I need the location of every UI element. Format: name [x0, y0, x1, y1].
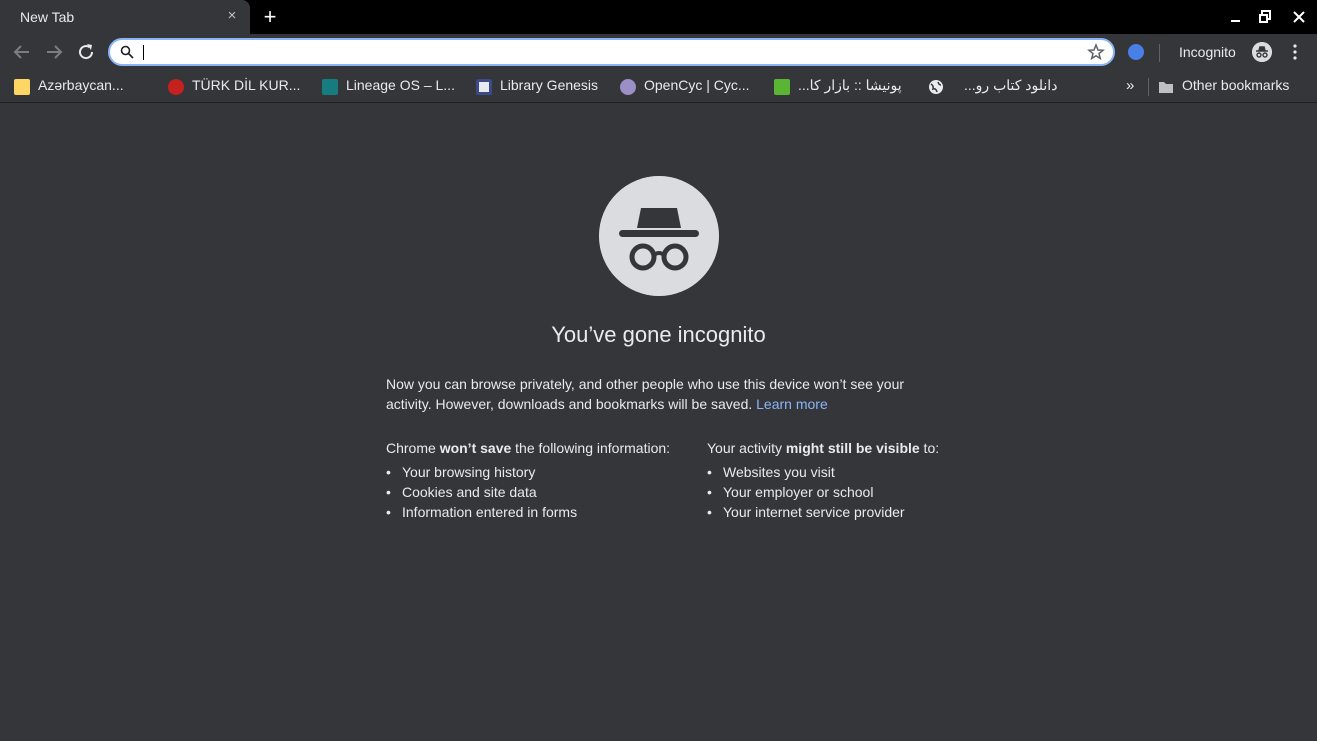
- heading-text: to:: [919, 440, 940, 456]
- address-input[interactable]: [142, 43, 1072, 63]
- heading-text: Chrome: [386, 440, 440, 456]
- folder-icon: [1159, 82, 1173, 93]
- bookmark-label: Azərbaycan...: [38, 77, 124, 93]
- bookmark-ponisha[interactable]: پونیشا :: بازار کا...: [774, 77, 919, 95]
- profile-label[interactable]: Incognito: [1179, 44, 1236, 60]
- list-item: Your browsing history: [386, 462, 686, 482]
- reload-icon[interactable]: [74, 40, 98, 64]
- bookmark-favicon-icon: [14, 79, 30, 95]
- bookmark-favicon-icon: [620, 79, 636, 95]
- toolbar: Incognito: [0, 34, 1317, 70]
- bookmark-library-genesis[interactable]: Library Genesis: [476, 77, 611, 95]
- bookmark-opencyc[interactable]: OpenCyc | Cyc...: [620, 77, 760, 95]
- tab-title: New Tab: [20, 9, 75, 25]
- list-item: Cookies and site data: [386, 482, 686, 502]
- other-bookmarks-folder[interactable]: Other bookmarks: [1158, 77, 1308, 95]
- wont-save-heading: Chrome won’t save the following informat…: [386, 438, 686, 458]
- bookmark-star-icon[interactable]: [1087, 43, 1105, 61]
- incognito-avatar-icon[interactable]: [1252, 42, 1272, 62]
- still-visible-section: Your activity might still be visible to:…: [707, 438, 1007, 522]
- list-item: Websites you visit: [707, 462, 1007, 482]
- bookmark-favicon-icon: [322, 79, 338, 95]
- bookmark-label: OpenCyc | Cyc...: [644, 77, 750, 93]
- bookmark-label: پونیشا :: بازار کا...: [798, 77, 902, 93]
- learn-more-link[interactable]: Learn more: [756, 396, 828, 412]
- restore-icon[interactable]: [1256, 7, 1276, 27]
- bookmarks-bar: Azərbaycan... TÜRK DİL KUR... Lineage OS…: [0, 70, 1317, 103]
- wont-save-section: Chrome won’t save the following informat…: [386, 438, 686, 522]
- bookmark-lineage-os[interactable]: Lineage OS – L...: [322, 77, 462, 95]
- toolbar-separator: [1159, 44, 1160, 62]
- wont-save-list: Your browsing history Cookies and site d…: [386, 462, 686, 522]
- minimize-icon[interactable]: [1226, 7, 1246, 27]
- bookmark-label: Lineage OS – L...: [346, 77, 455, 93]
- list-item: Information entered in forms: [386, 502, 686, 522]
- other-bookmarks-label: Other bookmarks: [1182, 77, 1290, 93]
- heading-emphasis: won’t save: [439, 440, 512, 456]
- bookmark-label: TÜRK DİL KUR...: [192, 77, 301, 93]
- back-arrow-icon[interactable]: [10, 40, 34, 64]
- list-item: Your internet service provider: [707, 502, 1007, 522]
- heading-text: the following information:: [511, 440, 671, 456]
- bookmark-download-ketab[interactable]: دانلود کتاب رو...: [928, 77, 1073, 95]
- globe-icon: [929, 80, 943, 94]
- bookmark-favicon-icon: [168, 79, 184, 95]
- bookmark-favicon-icon: [774, 79, 790, 95]
- still-visible-heading: Your activity might still be visible to:: [707, 438, 1007, 458]
- bookmark-favicon-icon: [476, 79, 492, 95]
- incognito-page: You’ve gone incognito Now you can browse…: [0, 104, 1317, 741]
- list-item: Your employer or school: [707, 482, 1007, 502]
- bookmark-label: دانلود کتاب رو...: [964, 77, 1058, 93]
- incognito-spy-icon: [599, 176, 719, 296]
- heading-emphasis: might still be visible: [785, 440, 920, 456]
- menu-dots-icon[interactable]: [1289, 43, 1301, 61]
- bookmark-turk-dil-kurumu[interactable]: TÜRK DİL KUR...: [168, 77, 308, 95]
- intro-paragraph: Now you can browse privately, and other …: [386, 374, 931, 414]
- extension-share-icon[interactable]: [1128, 44, 1144, 60]
- page-title: You’ve gone incognito: [551, 322, 766, 347]
- forward-arrow-icon[interactable]: [42, 40, 66, 64]
- search-icon: [120, 45, 134, 59]
- bookmark-azerbaycan[interactable]: Azərbaycan...: [14, 77, 154, 95]
- tab-new-tab[interactable]: New Tab ×: [0, 0, 250, 34]
- bookmarks-overflow-button[interactable]: »: [1126, 77, 1134, 95]
- new-tab-button[interactable]: +: [258, 5, 282, 29]
- text-caret: [143, 45, 144, 60]
- close-window-icon[interactable]: [1289, 7, 1309, 27]
- heading-text: Your activity: [707, 440, 786, 456]
- tab-close-icon[interactable]: ×: [224, 8, 240, 24]
- address-bar[interactable]: [108, 38, 1115, 66]
- bookmark-label: Library Genesis: [500, 77, 599, 93]
- bookmarks-separator: [1148, 78, 1149, 96]
- tab-strip: New Tab × +: [0, 0, 1317, 34]
- still-visible-list: Websites you visit Your employer or scho…: [707, 462, 1007, 522]
